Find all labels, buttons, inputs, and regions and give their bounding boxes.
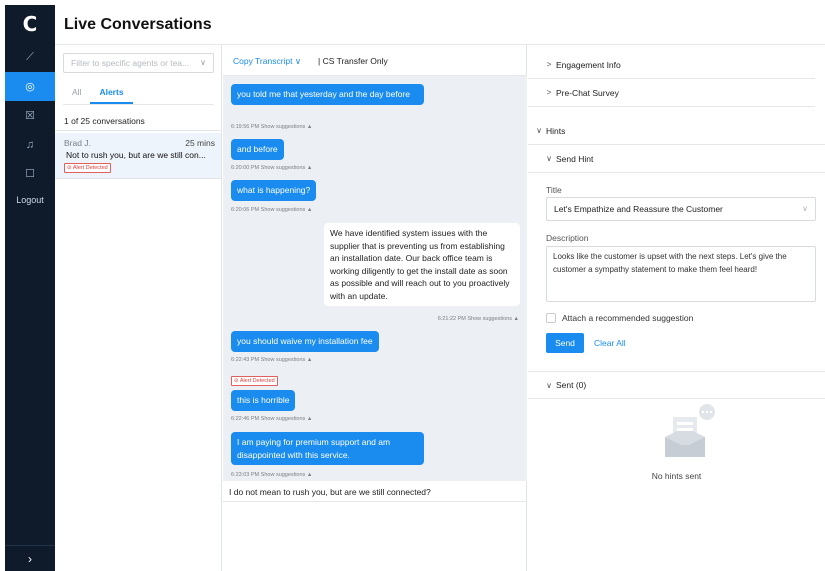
sent-label: Sent (0) xyxy=(556,380,587,390)
app-logo[interactable]: C xyxy=(5,5,55,43)
chevron-down-icon: ∨ xyxy=(802,204,808,213)
empty-inbox-icon xyxy=(665,404,715,457)
message-meta[interactable]: 6:20:00 PM Show suggestions ▲ xyxy=(231,165,312,171)
message-bubble: I am paying for premium support and am d… xyxy=(231,432,424,465)
message-input[interactable]: I do not mean to rush you, but are we st… xyxy=(223,482,527,502)
attach-label: Attach a recommended suggestion xyxy=(562,313,694,323)
message-meta[interactable]: 6:21:22 PM Show suggestions ▲ xyxy=(438,316,519,322)
message-meta[interactable]: 6:22:46 PM Show suggestions ▲ xyxy=(231,416,312,422)
bell-icon[interactable]: ♫ xyxy=(5,130,55,159)
chat-icon[interactable]: ◎ xyxy=(5,72,55,101)
chevron-right-icon: > xyxy=(546,60,552,69)
message-bubble: what is happening? xyxy=(231,180,317,201)
chevron-down-icon: ∨ xyxy=(200,58,206,67)
message-bubble: and before xyxy=(231,139,284,160)
message-meta[interactable]: 6:23:03 PM Show suggestions ▲ xyxy=(231,472,312,478)
attach-suggestion-row[interactable]: Attach a recommended suggestion xyxy=(546,313,693,323)
conversation-item[interactable]: Brad J. 25 mins Not to rush you, but are… xyxy=(55,133,221,179)
pre-chat-survey-toggle[interactable]: > Pre-Chat Survey xyxy=(528,79,815,107)
box-icon[interactable]: ☒ xyxy=(5,101,55,130)
chevron-down-icon: ∨ xyxy=(536,126,542,135)
conversation-time: 25 mins xyxy=(185,138,215,148)
filter-placeholder: Filter to specific agents or tea... xyxy=(71,58,190,68)
send-button[interactable]: Send xyxy=(546,333,584,353)
message-bubble: this is horrible xyxy=(231,390,296,411)
title-value: Let's Empathize and Reassure the Custome… xyxy=(554,204,723,214)
tab-alerts[interactable]: Alerts xyxy=(90,85,133,104)
expand-rail-icon[interactable]: › xyxy=(5,545,55,571)
empty-hints-text: No hints sent xyxy=(651,471,702,481)
document-icon[interactable]: ☐ xyxy=(5,159,55,188)
engagement-info-label: Engagement Info xyxy=(556,59,621,70)
message-meta[interactable]: 6:19:56 PM Show suggestions ▲ xyxy=(231,124,312,130)
message-meta[interactable]: 6:22:43 PM Show suggestions ▲ xyxy=(231,357,312,363)
conversation-tabs: All Alerts xyxy=(63,85,214,105)
conversation-name: Brad J. xyxy=(64,138,91,148)
cs-transfer-filter[interactable]: | CS Transfer Only xyxy=(318,56,388,66)
transcript-panel: Copy Transcript ∨ | CS Transfer Only you… xyxy=(223,45,527,571)
engagement-info-toggle[interactable]: > Engagement Info xyxy=(528,51,815,79)
filter-select[interactable]: Filter to specific agents or tea... ∨ xyxy=(63,53,214,73)
transcript-toolbar: Copy Transcript ∨ | CS Transfer Only xyxy=(223,45,527,76)
message-bubble: We have identified system issues with th… xyxy=(324,223,520,306)
sent-toggle[interactable]: ∨ Sent (0) xyxy=(528,371,825,399)
logout-link[interactable]: Logout xyxy=(5,188,55,212)
title-select[interactable]: Let's Empathize and Reassure the Custome… xyxy=(546,197,816,221)
page-title: Live Conversations xyxy=(64,16,212,33)
conversation-count: 1 of 25 conversations xyxy=(55,111,221,131)
pre-chat-survey-label: Pre-Chat Survey xyxy=(556,87,619,98)
send-hint-toggle[interactable]: ∨ Send Hint xyxy=(528,145,825,173)
message-meta[interactable]: 6:20:06 PM Show suggestions ▲ xyxy=(231,207,312,213)
attach-checkbox[interactable] xyxy=(546,313,556,323)
title-label: Title xyxy=(546,185,562,195)
page-header: Live Conversations xyxy=(55,5,825,45)
conversation-snippet: Not to rush you, but are we still con... xyxy=(66,150,206,160)
conversation-list-panel: Filter to specific agents or tea... ∨ Al… xyxy=(55,45,222,571)
description-label: Description xyxy=(546,233,589,243)
chevron-down-icon: ∨ xyxy=(546,380,552,390)
alert-badge: ⊘ Alert Detected xyxy=(231,376,278,386)
message-bubble: you told me that yesterday and the day b… xyxy=(231,84,424,105)
hints-toggle[interactable]: ∨ Hints xyxy=(528,117,825,145)
clear-all-button[interactable]: Clear All xyxy=(594,333,626,353)
hints-label: Hints xyxy=(546,125,566,136)
copy-transcript-button[interactable]: Copy Transcript ∨ xyxy=(233,56,301,67)
description-textarea[interactable]: Looks like the customer is upset with th… xyxy=(546,246,816,302)
chart-icon[interactable]: ⟋ xyxy=(5,43,55,72)
message-bubble: you should waive my installation fee xyxy=(231,331,379,352)
send-hint-label: Send Hint xyxy=(556,153,594,164)
tab-all[interactable]: All xyxy=(63,85,90,104)
alert-badge: ⊘ Alert Detected xyxy=(64,163,111,173)
chevron-right-icon: > xyxy=(546,88,552,97)
transcript-messages[interactable]: you told me that yesterday and the day b… xyxy=(223,76,527,481)
chevron-down-icon: ∨ xyxy=(546,154,552,163)
nav-rail: C ⟋ ◎ ☒ ♫ ☐ Logout › xyxy=(5,5,55,571)
hints-panel: > Engagement Info > Pre-Chat Survey ∨ Hi… xyxy=(528,45,825,571)
